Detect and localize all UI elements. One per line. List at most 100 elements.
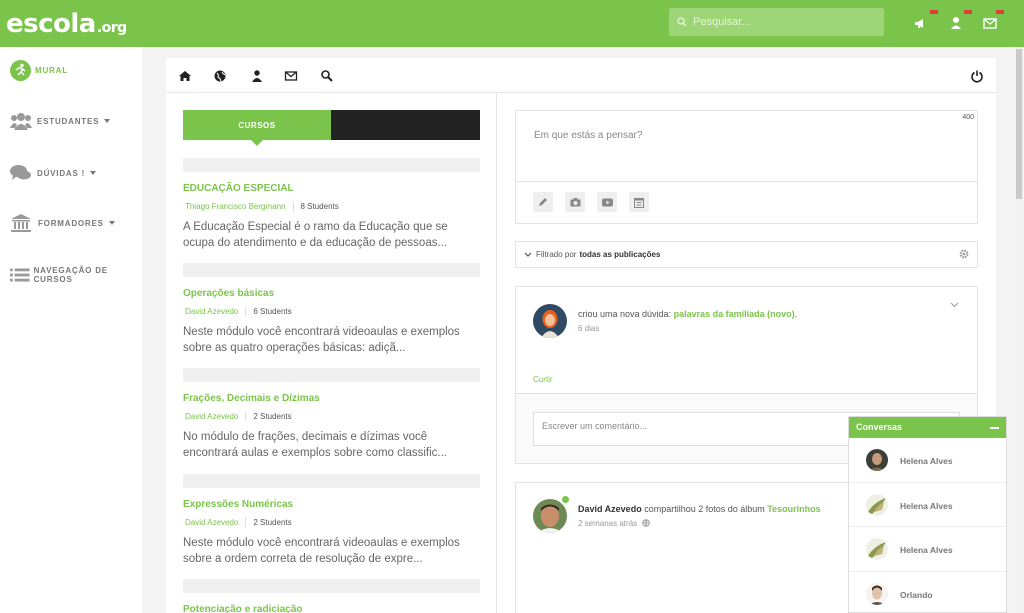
tab-label: CURSOS [238, 120, 276, 130]
photo-button[interactable] [565, 192, 585, 212]
megaphone-icon[interactable] [913, 15, 929, 31]
filter-prefix: Filtrado por [536, 250, 577, 259]
course-description: Neste módulo você encontrará videoaulas … [183, 537, 460, 565]
course-students: 2 Students [253, 518, 292, 527]
institution-icon [11, 214, 31, 232]
post-headline: David Azevedo compartilhou 2 fotos do ál… [578, 504, 821, 514]
youtube-icon [601, 198, 613, 206]
course-divider [183, 263, 480, 277]
edit-button[interactable] [533, 192, 553, 212]
course-card: Potenciação e radiciação [183, 579, 480, 613]
course-description: No módulo de frações, decimais e dízimas… [183, 431, 447, 459]
page-scrollbar[interactable] [1014, 47, 1024, 613]
feed-filter[interactable]: Filtrado por todas as publicações [515, 241, 978, 268]
sidebar: MURAL ESTUDANTES DÚVIDAS ! FORMADORES NA… [0, 47, 142, 613]
chevron-down-icon [90, 171, 97, 175]
course-card: Expressões Numéricas David Azevedo 2 Stud… [183, 474, 480, 567]
course-students: 6 Students [253, 307, 292, 316]
message-badge [996, 10, 1004, 14]
course-title[interactable]: EDUCAÇÃO ESPECIAL [183, 183, 480, 194]
sidebar-item-estudantes[interactable]: ESTUDANTES [10, 112, 111, 130]
contact-name: Helena Alves [900, 456, 953, 466]
chat-title: Conversas [856, 422, 903, 432]
friend-request-icon[interactable] [948, 15, 964, 31]
avatar [866, 449, 888, 471]
post-time-row: 2 semanas atrás [578, 519, 651, 528]
search-input[interactable]: Pesquisar... [669, 8, 884, 36]
post-headline: criou uma nova dúvida: palavras da famil… [578, 309, 797, 319]
pencil-icon [539, 198, 547, 206]
post-target-link[interactable]: palavras da familiada (novo) [674, 309, 795, 319]
chat-contact[interactable]: Helena Alves [849, 483, 1006, 527]
course-title[interactable]: Expressões Numéricas [183, 499, 480, 510]
runner-icon [10, 60, 31, 81]
toolbar [166, 58, 996, 93]
chevron-down-icon [524, 252, 532, 257]
sidebar-item-label: MURAL [35, 66, 68, 75]
globe-icon[interactable] [213, 69, 227, 83]
sidebar-item-duvidas[interactable]: DÚVIDAS ! [10, 164, 97, 182]
chevron-down-icon[interactable] [950, 302, 959, 308]
event-button[interactable] [629, 192, 649, 212]
course-author[interactable]: Thiago Francisco Bergmann [183, 202, 294, 211]
filter-value: todas as publicações [579, 250, 661, 259]
course-description: Neste módulo você encontrará videoaulas … [183, 326, 460, 354]
course-card: Frações, Decimais e Dízimas David Azeved… [183, 368, 480, 461]
search-placeholder: Pesquisar... [693, 16, 751, 28]
course-author[interactable]: David Azevedo [183, 412, 247, 421]
minimize-icon[interactable] [990, 427, 999, 429]
course-meta: David Azevedo 2 Students [183, 412, 480, 421]
avatar-image [866, 493, 888, 516]
scrollbar-thumb[interactable] [1016, 49, 1022, 199]
tab-secondary[interactable] [331, 110, 480, 140]
course-author[interactable]: David Azevedo [183, 307, 247, 316]
composer-input[interactable]: Em que estás a pensar? [534, 130, 642, 141]
course-students: 8 Students [300, 202, 339, 211]
post-action: criou uma nova dúvida: [578, 309, 672, 319]
course-card: Operações básicas David Azevedo 6 Student… [183, 263, 480, 356]
avatar [866, 493, 888, 516]
chat-contact[interactable]: Helena Alves [849, 527, 1006, 572]
course-title[interactable]: Potenciação e radiciação [183, 604, 480, 613]
chat-header[interactable]: Conversas [849, 417, 1006, 438]
gear-icon[interactable] [959, 249, 969, 259]
mail-icon[interactable] [982, 15, 998, 31]
post-composer: 400 Em que estás a pensar? [515, 110, 978, 224]
avatar[interactable] [533, 304, 567, 338]
sidebar-item-formadores[interactable]: FORMADORES [10, 213, 115, 233]
courses-column: CURSOS EDUCAÇÃO ESPECIAL Thiago Francisc… [166, 93, 497, 613]
sidebar-item-label: NAVEGAÇÃO DE CURSOS [33, 266, 108, 284]
home-icon[interactable] [178, 69, 192, 83]
sidebar-item-label: DÚVIDAS ! [37, 168, 86, 178]
sidebar-item-label: FORMADORES [38, 218, 104, 228]
post-author[interactable]: David Azevedo [578, 504, 642, 514]
chevron-down-icon [108, 221, 115, 225]
avatar[interactable] [533, 499, 567, 533]
course-title[interactable]: Operações básicas [183, 288, 480, 299]
tab-pointer [251, 140, 263, 146]
course-meta: David Azevedo 6 Students [183, 307, 480, 316]
course-meta: David Azevedo 2 Students [183, 518, 480, 527]
course-divider [183, 368, 480, 382]
course-title[interactable]: Frações, Decimais e Dízimas [183, 393, 480, 404]
sidebar-item-navegacao[interactable]: NAVEGAÇÃO DE CURSOS [10, 266, 142, 284]
course-divider [183, 474, 480, 488]
char-counter: 400 [962, 114, 974, 121]
post-target-link[interactable]: Tesourinhos [767, 504, 820, 514]
friend-request-badge [964, 10, 972, 14]
friend-request-icon[interactable] [250, 69, 264, 83]
power-icon[interactable] [970, 69, 984, 83]
search-icon[interactable] [320, 69, 334, 83]
avatar-image [866, 449, 888, 471]
tab-cursos[interactable]: CURSOS [183, 110, 331, 146]
sidebar-item-mural[interactable]: MURAL [10, 60, 68, 81]
course-students: 2 Students [253, 412, 292, 421]
video-button[interactable] [597, 192, 617, 212]
chat-contact[interactable]: Helena Alves [849, 438, 1006, 483]
notification-badge [930, 10, 938, 14]
chat-contact[interactable]: Orlando [849, 572, 1006, 613]
course-author[interactable]: David Azevedo [183, 518, 247, 527]
brand-logo[interactable]: escola.org [6, 9, 127, 39]
like-button[interactable]: Curtir [533, 375, 553, 384]
mail-icon[interactable] [284, 69, 298, 83]
